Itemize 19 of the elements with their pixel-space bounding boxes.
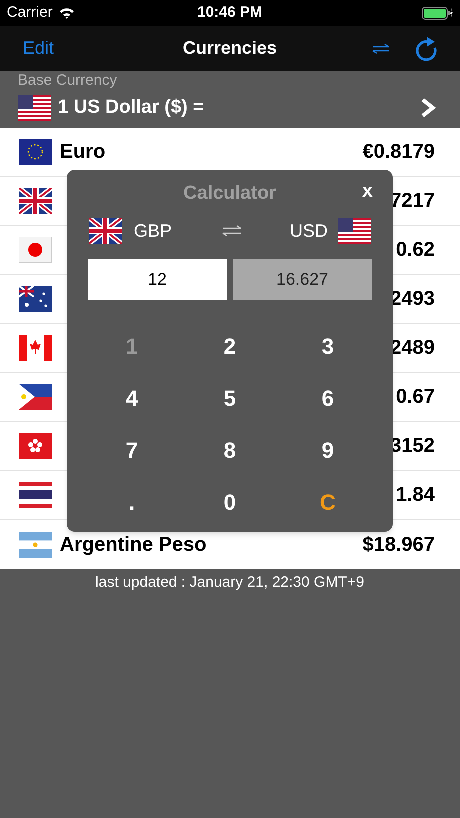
currency-rate: 7217 [390, 189, 435, 214]
currency-rate: 2489 [390, 336, 435, 361]
last-updated-label: last updated : January 21, 22:30 GMT+9 [96, 573, 364, 593]
result-field: 16.627 [233, 259, 372, 300]
currency-name: Euro [60, 140, 106, 165]
base-currency-label: 1 US Dollar ($) = [58, 96, 204, 120]
carrier-label: Carrier [7, 2, 53, 23]
currency-rate: 0.62 [396, 238, 435, 263]
currency-rate: 0.67 [396, 385, 435, 410]
section-label: Base Currency [18, 72, 118, 90]
currency-rate: 2493 [390, 287, 435, 312]
currency-rate: €0.8179 [362, 140, 435, 165]
currency-rate: 3152 [390, 434, 435, 459]
calculator-title: Calculator [184, 182, 276, 206]
currency-rate: $18.967 [362, 532, 435, 558]
currency-name: Argentine Peso [60, 532, 207, 558]
nav-title: Currencies [182, 37, 278, 60]
clock-label: 10:46 PM [197, 2, 263, 23]
currency-rate: 1.84 [396, 483, 435, 508]
